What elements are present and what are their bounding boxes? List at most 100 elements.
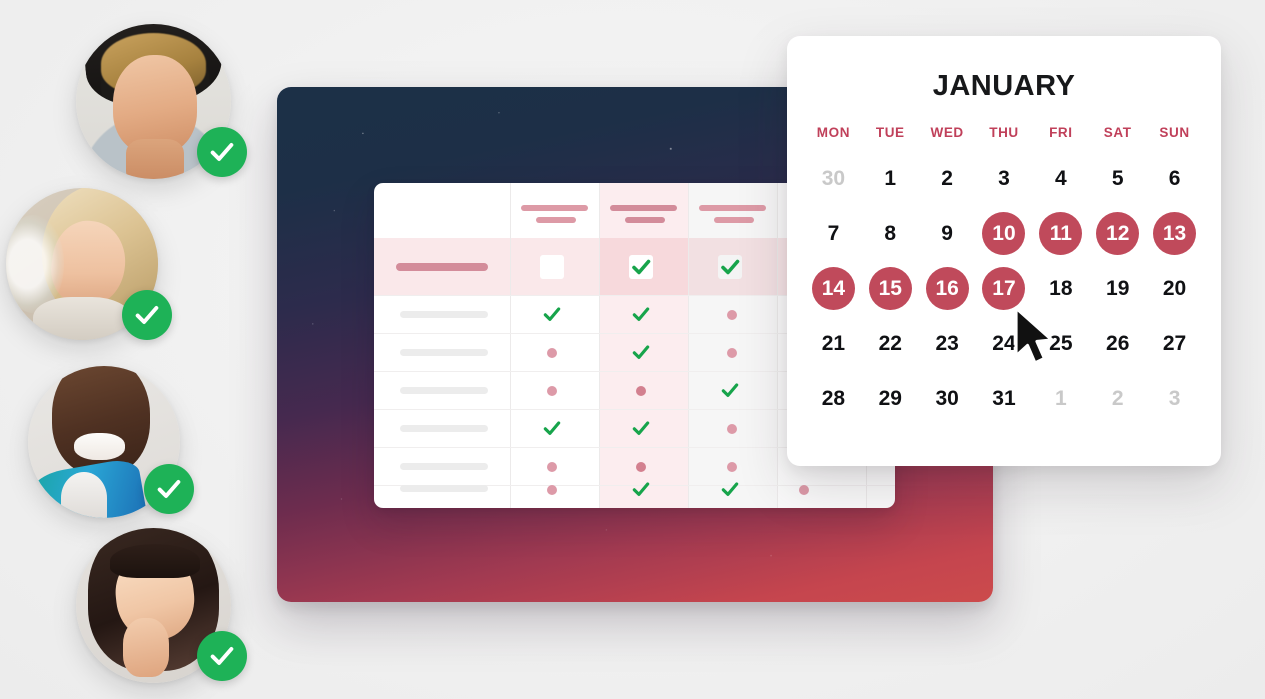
status-dot[interactable] (547, 485, 557, 495)
checkbox-checked[interactable] (718, 255, 742, 279)
calendar-day-number: 28 (821, 386, 846, 410)
calendar-day[interactable]: 27 (1146, 319, 1203, 368)
column-header-bar (625, 217, 665, 223)
calendar-card: JANUARY MON TUE WED THU FRI SAT SUN 30 1 2… (787, 36, 1221, 466)
calendar-day-number: 6 (1168, 166, 1181, 190)
row-label-bar (400, 463, 488, 470)
smile-shape (73, 432, 126, 461)
calendar-day[interactable]: 5 (1089, 154, 1146, 203)
checkbox-checked[interactable] (629, 255, 653, 279)
calendar-day[interactable]: 4 (1032, 154, 1089, 203)
scene-root: JANUARY MON TUE WED THU FRI SAT SUN 30 1 2… (0, 0, 1265, 699)
check-icon[interactable] (720, 479, 740, 499)
avatar-2[interactable] (6, 188, 172, 340)
calendar-month-title: JANUARY (932, 70, 1076, 102)
calendar-day-number: 25 (1049, 331, 1073, 355)
calendar-day-number: 2 (1111, 386, 1124, 410)
calendar-day[interactable]: 29 (862, 374, 919, 423)
weekday-sun: SUN (1159, 125, 1190, 140)
status-dot[interactable] (727, 424, 737, 434)
status-dot[interactable] (547, 348, 557, 358)
column-header-bar (536, 217, 576, 223)
column-header-bar (521, 205, 588, 211)
calendar-day[interactable]: 12 (1089, 209, 1146, 258)
calendar-day[interactable]: 19 (1089, 264, 1146, 313)
calendar-day-number: 31 (992, 386, 1016, 410)
bangs-shape (110, 543, 200, 578)
calendar-day[interactable]: 16 (919, 264, 976, 313)
calendar-day[interactable]: 10 (976, 209, 1033, 258)
status-dot[interactable] (799, 485, 809, 495)
calendar-day[interactable]: 24 (976, 319, 1033, 368)
calendar-day-number: 9 (941, 221, 953, 245)
hand-shape (122, 617, 169, 677)
calendar-day[interactable]: 8 (862, 209, 919, 258)
check-icon[interactable] (631, 304, 651, 324)
row-label-bar (400, 485, 488, 492)
calendar-day[interactable]: 31 (976, 374, 1033, 423)
calendar-day[interactable]: 11 (1032, 209, 1089, 258)
status-dot[interactable] (727, 462, 737, 472)
check-icon[interactable] (631, 418, 651, 438)
row-label-bar (400, 311, 488, 318)
status-dot[interactable] (727, 348, 737, 358)
calendar-day-number: 15 (868, 267, 912, 310)
check-icon (632, 259, 651, 275)
calendar-day-number: 5 (1111, 166, 1124, 190)
check-icon[interactable] (631, 479, 651, 499)
check-icon[interactable] (542, 304, 562, 324)
calendar-day-number: 2 (941, 166, 953, 190)
table-col-divider (510, 183, 511, 508)
checkbox-empty[interactable] (540, 255, 564, 279)
table-col-divider (777, 183, 778, 508)
calendar-day[interactable]: 25 (1032, 319, 1089, 368)
avatar-3[interactable] (28, 366, 194, 518)
calendar-day: 2 (1089, 374, 1146, 423)
calendar-day[interactable]: 30 (919, 374, 976, 423)
calendar-day[interactable]: 9 (919, 209, 976, 258)
table-column-tint-4 (688, 183, 777, 508)
status-dot[interactable] (547, 462, 557, 472)
shirt-white-shape (61, 472, 108, 518)
calendar-day[interactable]: 2 (919, 154, 976, 203)
calendar-day[interactable]: 1 (862, 154, 919, 203)
calendar-day[interactable]: 26 (1089, 319, 1146, 368)
avatar-4[interactable] (76, 528, 247, 683)
status-dot[interactable] (547, 386, 557, 396)
calendar-day-number: 1 (1055, 386, 1067, 410)
calendar-day[interactable]: 3 (976, 154, 1033, 203)
calendar-day[interactable]: 14 (805, 264, 862, 313)
status-dot[interactable] (636, 462, 646, 472)
row-label-bar (400, 387, 488, 394)
calendar-day-number: 26 (1106, 331, 1130, 355)
check-icon[interactable] (720, 380, 740, 400)
calendar-day-number: 10 (982, 212, 1026, 255)
avatar-1[interactable] (76, 24, 247, 179)
calendar-day-number: 23 (935, 331, 959, 355)
calendar-day[interactable]: 17 (976, 264, 1033, 313)
check-icon[interactable] (542, 418, 562, 438)
calendar-day[interactable]: 6 (1146, 154, 1203, 203)
calendar-day-number: 8 (884, 221, 897, 245)
check-icon[interactable] (631, 342, 651, 362)
check-badge-icon (144, 464, 194, 514)
calendar-day-number: 11 (1039, 212, 1083, 255)
check-badge-icon (197, 631, 247, 681)
calendar-day[interactable]: 21 (805, 319, 862, 368)
check-icon (721, 259, 740, 275)
calendar-day[interactable]: 23 (919, 319, 976, 368)
calendar-day-number: 4 (1055, 166, 1067, 190)
calendar-day-number: 27 (1162, 331, 1187, 355)
calendar-day[interactable]: 15 (862, 264, 919, 313)
calendar-day[interactable]: 18 (1032, 264, 1089, 313)
calendar-weekday-header-row: MON TUE WED THU FRI SAT SUN (805, 125, 1203, 140)
status-dot[interactable] (636, 386, 646, 396)
table-col-divider (688, 183, 689, 508)
calendar-day[interactable]: 7 (805, 209, 862, 258)
calendar-day[interactable]: 28 (805, 374, 862, 423)
calendar-day[interactable]: 22 (862, 319, 919, 368)
calendar-day[interactable]: 20 (1146, 264, 1203, 313)
calendar-day[interactable]: 13 (1146, 209, 1203, 258)
status-dot[interactable] (727, 310, 737, 320)
calendar-day-number: 3 (1168, 386, 1181, 410)
